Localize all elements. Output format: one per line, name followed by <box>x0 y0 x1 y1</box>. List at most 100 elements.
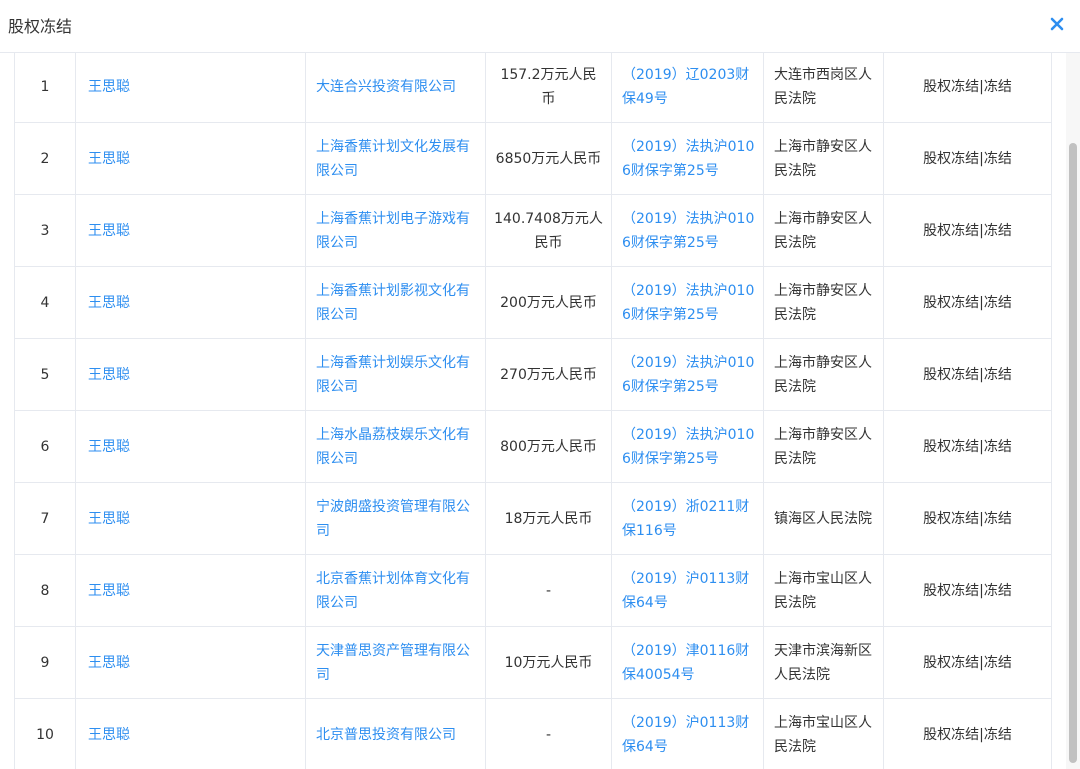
cell-status: 股权冻结|冻结 <box>883 698 1052 769</box>
cell-status: 股权冻结|冻结 <box>883 53 1052 123</box>
cell-status: 股权冻结|冻结 <box>883 338 1052 411</box>
company-link[interactable]: 上海香蕉计划文化发展有限公司 <box>316 139 470 179</box>
cell-status: 股权冻结|冻结 <box>883 410 1052 483</box>
company-link[interactable]: 大连合兴投资有限公司 <box>316 79 456 95</box>
modal-header: 股权冻结 <box>0 0 1080 53</box>
cell-company: 天津普思资产管理有限公司 <box>305 626 486 699</box>
table-row: 4 王思聪 上海香蕉计划影视文化有限公司 200万元人民币 （2019）法执沪0106财… <box>14 266 1052 339</box>
cell-person: 王思聪 <box>75 626 306 699</box>
cell-case-no: （2019）法执沪0106财保字第25号 <box>611 266 764 339</box>
close-icon <box>1050 17 1064 31</box>
case-number-link[interactable]: （2019）津0116财保40054号 <box>622 643 749 683</box>
person-link[interactable]: 王思聪 <box>88 439 130 455</box>
freeze-status: 股权冻结|冻结 <box>923 654 1012 671</box>
company-link[interactable]: 宁波朗盛投资管理有限公司 <box>316 499 470 539</box>
cell-court: 天津市滨海新区人民法院 <box>763 626 884 699</box>
cell-amount: 800万元人民币 <box>485 410 612 483</box>
freeze-amount: 270万元人民币 <box>500 366 597 383</box>
freeze-amount: 6850万元人民币 <box>495 150 602 167</box>
company-link[interactable]: 上海香蕉计划娱乐文化有限公司 <box>316 355 470 395</box>
table-row: 6 王思聪 上海水晶荔枝娱乐文化有限公司 800万元人民币 （2019）法执沪0106财… <box>14 410 1052 483</box>
case-number-link[interactable]: （2019）法执沪0106财保字第25号 <box>622 355 754 395</box>
person-link[interactable]: 王思聪 <box>88 583 130 599</box>
vertical-scrollbar[interactable] <box>1066 53 1080 769</box>
case-number-link[interactable]: （2019）辽0203财保49号 <box>622 67 749 107</box>
cell-index: 3 <box>14 194 76 267</box>
person-link[interactable]: 王思聪 <box>88 367 130 383</box>
cell-index: 4 <box>14 266 76 339</box>
company-link[interactable]: 北京普思投资有限公司 <box>316 727 456 743</box>
cell-index: 5 <box>14 338 76 411</box>
cell-status: 股权冻结|冻结 <box>883 266 1052 339</box>
cell-case-no: （2019）法执沪0106财保字第25号 <box>611 338 764 411</box>
table-row: 3 王思聪 上海香蕉计划电子游戏有限公司 140.7408万元人民币 （2019）法执沪… <box>14 194 1052 267</box>
cell-company: 上海香蕉计划娱乐文化有限公司 <box>305 338 486 411</box>
cell-company: 北京香蕉计划体育文化有限公司 <box>305 554 486 627</box>
company-link[interactable]: 天津普思资产管理有限公司 <box>316 643 470 683</box>
cell-court: 上海市静安区人民法院 <box>763 122 884 195</box>
cell-index: 1 <box>14 53 76 123</box>
freeze-status: 股权冻结|冻结 <box>923 222 1012 239</box>
cell-case-no: （2019）法执沪0106财保字第25号 <box>611 410 764 483</box>
freeze-amount: 18万元人民币 <box>504 510 593 527</box>
scrollbar-thumb[interactable] <box>1069 143 1077 763</box>
row-index: 5 <box>40 366 50 383</box>
case-number-link[interactable]: （2019）法执沪0106财保字第25号 <box>622 283 754 323</box>
cell-person: 王思聪 <box>75 410 306 483</box>
cell-amount: 140.7408万元人民币 <box>485 194 612 267</box>
court-name: 天津市滨海新区人民法院 <box>774 642 872 683</box>
cell-index: 10 <box>14 698 76 769</box>
person-link[interactable]: 王思聪 <box>88 151 130 167</box>
cell-court: 上海市静安区人民法院 <box>763 266 884 339</box>
person-link[interactable]: 王思聪 <box>88 79 130 95</box>
court-name: 上海市宝山区人民法院 <box>774 714 872 755</box>
company-link[interactable]: 上海香蕉计划电子游戏有限公司 <box>316 211 470 251</box>
court-name: 上海市静安区人民法院 <box>774 354 872 395</box>
cell-amount: 18万元人民币 <box>485 482 612 555</box>
cell-status: 股权冻结|冻结 <box>883 194 1052 267</box>
cell-case-no: （2019）津0116财保40054号 <box>611 626 764 699</box>
person-link[interactable]: 王思聪 <box>88 223 130 239</box>
freeze-table-container[interactable]: 1 王思聪 大连合兴投资有限公司 157.2万元人民币 （2019）辽0203财保49号… <box>0 53 1066 769</box>
person-link[interactable]: 王思聪 <box>88 655 130 671</box>
case-number-link[interactable]: （2019）法执沪0106财保字第25号 <box>622 211 754 251</box>
table-row: 5 王思聪 上海香蕉计划娱乐文化有限公司 270万元人民币 （2019）法执沪0106财… <box>14 338 1052 411</box>
company-link[interactable]: 上海香蕉计划影视文化有限公司 <box>316 283 470 323</box>
court-name: 上海市静安区人民法院 <box>774 210 872 251</box>
row-index: 9 <box>40 654 50 671</box>
court-name: 上海市静安区人民法院 <box>774 138 872 179</box>
person-link[interactable]: 王思聪 <box>88 511 130 527</box>
cell-index: 8 <box>14 554 76 627</box>
cell-company: 上海香蕉计划影视文化有限公司 <box>305 266 486 339</box>
company-link[interactable]: 上海水晶荔枝娱乐文化有限公司 <box>316 427 470 467</box>
cell-index: 7 <box>14 482 76 555</box>
row-index: 8 <box>40 582 50 599</box>
case-number-link[interactable]: （2019）法执沪0106财保字第25号 <box>622 139 754 179</box>
freeze-status: 股权冻结|冻结 <box>923 78 1012 95</box>
cell-company: 北京普思投资有限公司 <box>305 698 486 769</box>
court-name: 镇海区人民法院 <box>774 510 872 527</box>
case-number-link[interactable]: （2019）法执沪0106财保字第25号 <box>622 427 754 467</box>
cell-person: 王思聪 <box>75 266 306 339</box>
case-number-link[interactable]: （2019）浙0211财保116号 <box>622 499 749 539</box>
freeze-amount: - <box>545 726 552 743</box>
table-row: 1 王思聪 大连合兴投资有限公司 157.2万元人民币 （2019）辽0203财保49号… <box>14 53 1052 123</box>
cell-case-no: （2019）法执沪0106财保字第25号 <box>611 194 764 267</box>
person-link[interactable]: 王思聪 <box>88 295 130 311</box>
case-number-link[interactable]: （2019）沪0113财保64号 <box>622 571 749 611</box>
person-link[interactable]: 王思聪 <box>88 727 130 743</box>
company-link[interactable]: 北京香蕉计划体育文化有限公司 <box>316 571 470 611</box>
cell-amount: - <box>485 554 612 627</box>
cell-case-no: （2019）浙0211财保116号 <box>611 482 764 555</box>
close-button[interactable] <box>1046 13 1068 35</box>
cell-amount: 200万元人民币 <box>485 266 612 339</box>
freeze-status: 股权冻结|冻结 <box>923 366 1012 383</box>
case-number-link[interactable]: （2019）沪0113财保64号 <box>622 715 749 755</box>
table-row: 9 王思聪 天津普思资产管理有限公司 10万元人民币 （2019）津0116财保4005… <box>14 626 1052 699</box>
cell-index: 9 <box>14 626 76 699</box>
cell-index: 2 <box>14 122 76 195</box>
cell-court: 上海市宝山区人民法院 <box>763 554 884 627</box>
cell-company: 上海香蕉计划文化发展有限公司 <box>305 122 486 195</box>
cell-status: 股权冻结|冻结 <box>883 482 1052 555</box>
cell-person: 王思聪 <box>75 482 306 555</box>
